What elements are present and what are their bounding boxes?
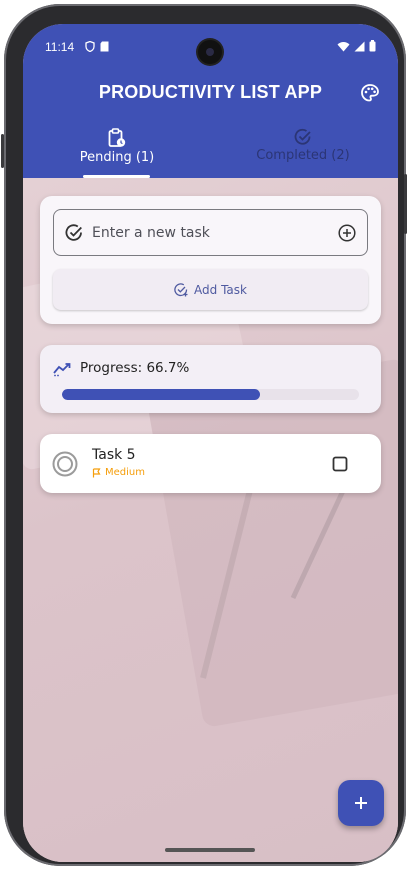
status-time: 11:14 (45, 40, 75, 54)
tab-pending-label: Pending (1) (79, 150, 155, 165)
check-circle-icon (294, 128, 311, 145)
progress-card: Progress: 66.7% (40, 345, 381, 413)
trending-up-icon (53, 363, 71, 377)
home-indicator[interactable] (165, 848, 255, 852)
tab-pending[interactable]: Pending (1) (47, 128, 187, 165)
progress-label: Progress: 66.7% (80, 360, 190, 376)
add-task-icon (174, 282, 188, 296)
volume-button (404, 174, 407, 234)
new-task-card: Add Task (40, 196, 381, 324)
task-item[interactable]: Task 5 Medium (40, 434, 381, 493)
clipboard-clock-icon (108, 128, 126, 147)
task-check-icon (65, 224, 82, 241)
phone-frame: 11:14 PRODUCTIVITY LIST APP Pending (1) … (1, 4, 407, 866)
battery-icon (369, 40, 376, 52)
sd-card-icon (100, 41, 109, 52)
task-checkbox[interactable] (332, 456, 348, 472)
task-title: Task 5 (92, 447, 136, 463)
add-fab-button[interactable] (338, 780, 384, 826)
front-camera (198, 40, 222, 64)
add-task-label: Add Task (194, 282, 247, 297)
shield-icon (85, 41, 95, 52)
palette-icon[interactable] (360, 83, 380, 103)
signal-icon (354, 41, 365, 51)
status-notification-icons (85, 41, 109, 52)
progress-bar (62, 389, 359, 400)
add-circle-icon[interactable] (338, 224, 356, 242)
plus-icon (355, 797, 367, 809)
task-status-icon (52, 451, 78, 477)
task-priority: Medium (92, 467, 145, 478)
app-bar: 11:14 PRODUCTIVITY LIST APP Pending (1) … (23, 24, 398, 178)
flag-icon (92, 467, 101, 477)
side-button (1, 134, 4, 168)
tab-indicator (83, 175, 150, 178)
tab-completed[interactable]: Completed (2) (233, 128, 373, 163)
add-task-button[interactable]: Add Task (53, 269, 368, 310)
new-task-field[interactable] (53, 209, 368, 256)
wifi-icon (337, 41, 350, 51)
progress-fill (62, 389, 261, 400)
status-system-icons (337, 40, 376, 52)
task-priority-label: Medium (105, 467, 145, 478)
screen: 11:14 PRODUCTIVITY LIST APP Pending (1) … (23, 24, 398, 862)
new-task-input[interactable] (92, 210, 332, 255)
page-title: PRODUCTIVITY LIST APP (98, 82, 323, 102)
tab-completed-label: Completed (2) (256, 148, 350, 163)
